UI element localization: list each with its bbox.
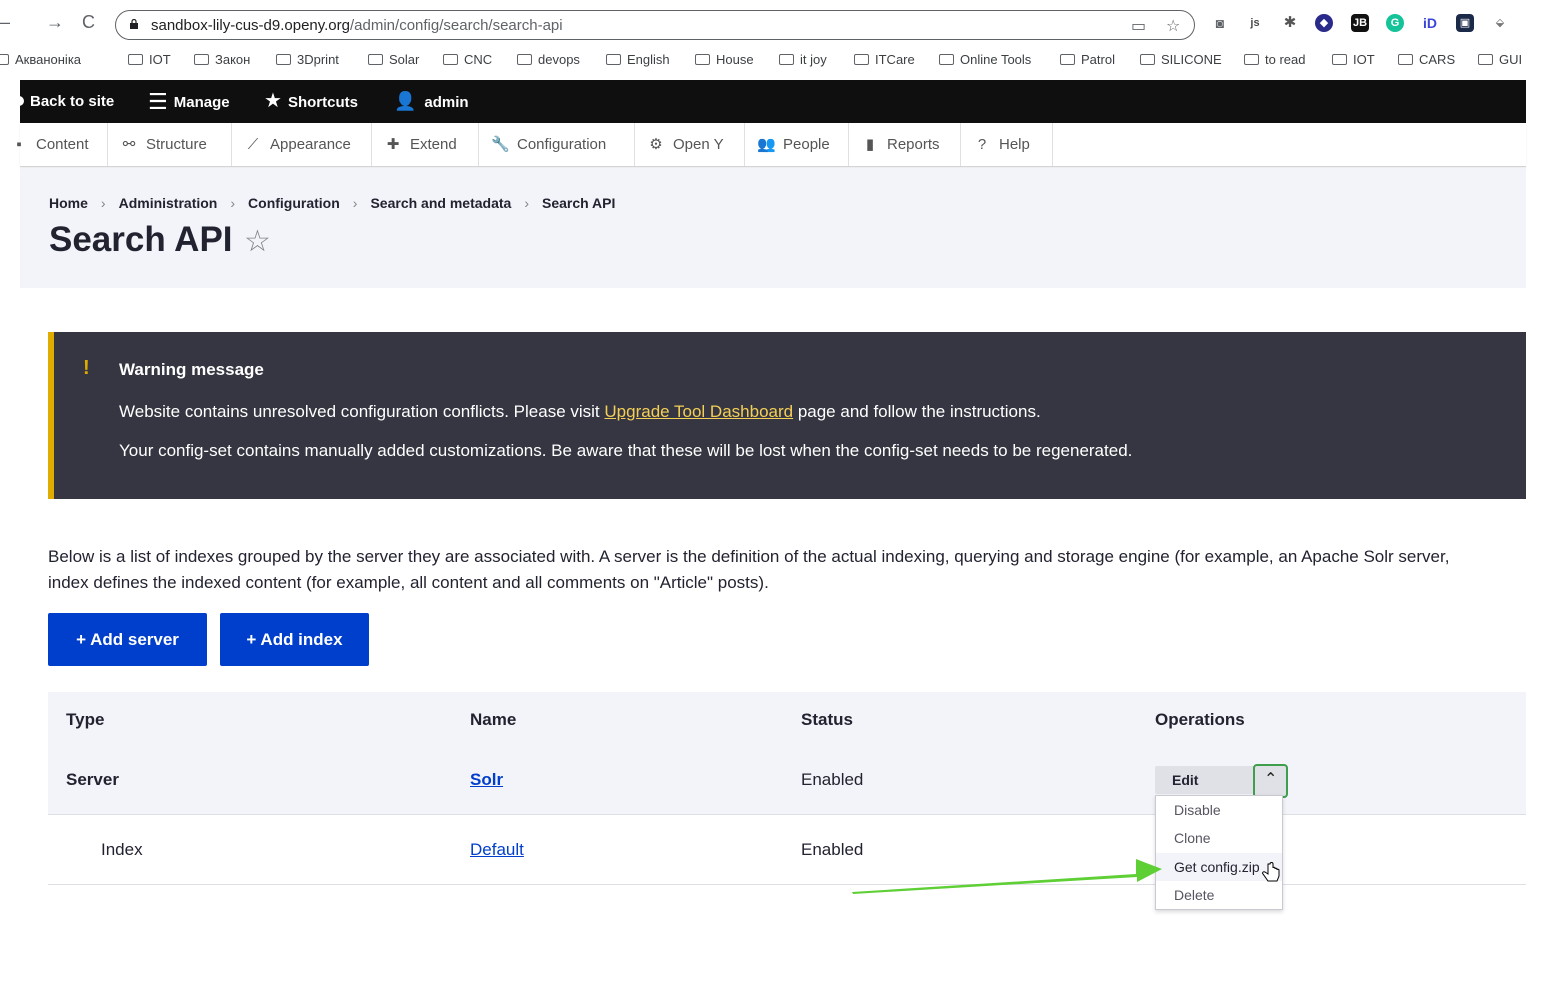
hand-cursor-icon — [1262, 862, 1280, 882]
annotation-overlay — [852, 859, 1280, 894]
annotation-arrow-icon — [852, 859, 1162, 894]
